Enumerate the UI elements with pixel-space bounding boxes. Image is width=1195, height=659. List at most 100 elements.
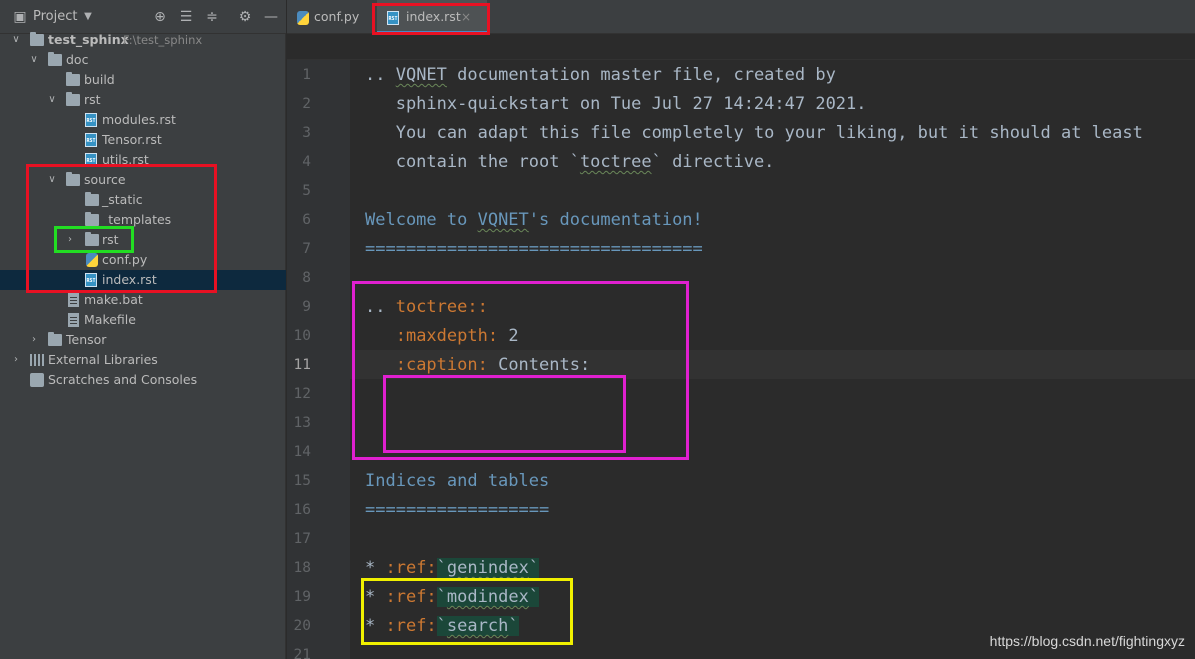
line-number: 10 — [293, 328, 311, 344]
close-icon[interactable]: × — [461, 0, 471, 34]
tree-item-test-sphinx[interactable]: ∨ test_sphinx F:\test_sphinx — [0, 30, 286, 50]
text-file-icon — [68, 313, 79, 327]
tree-item-label: modules.rst — [102, 112, 176, 127]
tree-item-label: doc — [66, 52, 89, 67]
code-line: * :ref:`genindex` — [365, 558, 540, 578]
folder-icon — [85, 192, 99, 206]
code-line: Welcome to VQNET's documentation! — [365, 210, 703, 230]
folder-icon — [66, 72, 80, 86]
line-number: 1 — [302, 67, 311, 83]
tree-item-makefile[interactable]: Makefile — [0, 310, 286, 330]
tree-item-make-bat[interactable]: make.bat — [0, 290, 286, 310]
folder-icon — [48, 52, 62, 66]
tree-item-scratches[interactable]: Scratches and Consoles — [0, 370, 286, 390]
tree-item-external-libraries[interactable]: › External Libraries — [0, 350, 286, 370]
tree-item-label: utils.rst — [102, 152, 149, 167]
tree-item-label: Scratches and Consoles — [48, 372, 198, 387]
tree-item-label: _static — [102, 192, 143, 207]
line-number: 16 — [293, 502, 311, 518]
tree-item-rst[interactable]: ∨ rst — [0, 90, 286, 110]
line-number: 6 — [302, 212, 311, 228]
folder-icon — [66, 92, 80, 106]
tree-item-label: index.rst — [102, 272, 157, 287]
tree-item-utils-rst[interactable]: RST utils.rst — [0, 150, 286, 170]
editor-tab-bar: conf.py RST index.rst × — [287, 0, 1195, 34]
code-line: * :ref:`search` — [365, 616, 519, 636]
code-line: :maxdepth: 2 — [395, 326, 519, 346]
folder-icon — [85, 212, 99, 226]
expand-all-icon[interactable]: ☰ — [178, 9, 194, 25]
tree-item-label: _templates — [102, 212, 172, 227]
line-number: 14 — [293, 444, 311, 460]
tree-item-index-rst[interactable]: RST index.rst — [0, 270, 286, 290]
bat-file-icon — [68, 293, 79, 307]
python-file-icon — [297, 11, 309, 25]
line-number: 2 — [302, 96, 311, 112]
line-number: 21 — [293, 647, 311, 659]
line-number: 11 — [293, 357, 311, 373]
code-line: .. VQNET documentation master file, crea… — [365, 65, 836, 85]
chevron-right-icon[interactable]: › — [28, 330, 40, 350]
rst-file-icon: RST — [85, 113, 97, 127]
collapse-all-icon[interactable]: ≑ — [204, 9, 220, 25]
chevron-down-icon[interactable]: ∨ — [28, 50, 40, 70]
project-view-icon[interactable]: ▣ — [12, 9, 28, 25]
minimize-icon[interactable]: — — [263, 9, 279, 25]
chevron-down-icon[interactable]: ▼ — [80, 9, 96, 25]
tree-item-tensor[interactable]: › Tensor — [0, 330, 286, 350]
chevron-down-icon[interactable]: ∨ — [46, 170, 58, 190]
tree-item-label: Makefile — [84, 312, 136, 327]
folder-icon — [48, 332, 62, 346]
line-number: 8 — [302, 270, 311, 286]
rst-file-icon: RST — [85, 273, 97, 287]
tree-item-templates[interactable]: _templates — [0, 210, 286, 230]
line-number: 7 — [302, 241, 311, 257]
line-number: 15 — [293, 473, 311, 489]
tab-index-rst[interactable]: RST index.rst × — [377, 0, 487, 34]
scratches-icon — [30, 373, 44, 387]
line-number-gutter: 1 2 3 4 5 6 7 8 9 10 11 12 13 14 15 16 17 18 19 20 21 — [287, 60, 350, 659]
tree-item-static[interactable]: _static — [0, 190, 286, 210]
tree-item-path: F:\test_sphinx — [123, 33, 203, 47]
chevron-right-icon[interactable]: › — [10, 350, 22, 370]
code-line: ================================= — [365, 239, 703, 259]
tree-item-label: conf.py — [102, 252, 148, 267]
rst-file-icon: RST — [85, 153, 97, 167]
tree-item-label: rst — [102, 232, 119, 247]
project-view-selector[interactable]: Project — [33, 9, 77, 25]
line-number: 13 — [293, 415, 311, 431]
tree-item-build[interactable]: build — [0, 70, 286, 90]
locate-icon[interactable]: ⊕ — [152, 9, 168, 25]
code-line: .. toctree:: — [365, 297, 488, 317]
folder-icon — [30, 32, 44, 46]
tree-item-source-rst[interactable]: › rst — [0, 230, 286, 250]
chevron-right-icon[interactable]: › — [64, 230, 76, 250]
code-line: contain the root `toctree` directive. — [365, 152, 775, 172]
code-line: * :ref:`modindex` — [365, 587, 540, 607]
line-number: 20 — [293, 618, 311, 634]
editor-breadcrumb-strip — [287, 35, 1195, 60]
folder-icon — [66, 172, 80, 186]
tree-item-label: source — [84, 172, 126, 187]
folder-icon — [85, 232, 99, 246]
line-number: 3 — [302, 125, 311, 141]
chevron-down-icon[interactable]: ∨ — [10, 30, 22, 50]
project-header: ▣ Project ▼ ⊕ ☰ ≑ ⚙ — — [0, 0, 286, 34]
tree-item-conf-py[interactable]: conf.py — [0, 250, 286, 270]
line-number: 12 — [293, 386, 311, 402]
code-editor[interactable]: .. VQNET documentation master file, crea… — [350, 60, 1195, 659]
line-number: 9 — [302, 299, 311, 315]
python-file-icon — [86, 253, 98, 267]
line-number: 5 — [302, 183, 311, 199]
gear-icon[interactable]: ⚙ — [237, 9, 253, 25]
chevron-down-icon[interactable]: ∨ — [46, 90, 58, 110]
tree-item-modules-rst[interactable]: RST modules.rst — [0, 110, 286, 130]
tree-item-source[interactable]: ∨ source — [0, 170, 286, 190]
code-line: :caption: Contents: — [395, 355, 591, 375]
tab-conf-py[interactable]: conf.py — [287, 0, 373, 34]
library-icon — [30, 354, 44, 366]
project-tool-window: ▣ Project ▼ ⊕ ☰ ≑ ⚙ — ∨ test_sphinx F:\t… — [0, 0, 286, 659]
tab-label: conf.py — [314, 9, 360, 24]
tree-item-doc[interactable]: ∨ doc — [0, 50, 286, 70]
tree-item-tensor-rst[interactable]: RST Tensor.rst — [0, 130, 286, 150]
